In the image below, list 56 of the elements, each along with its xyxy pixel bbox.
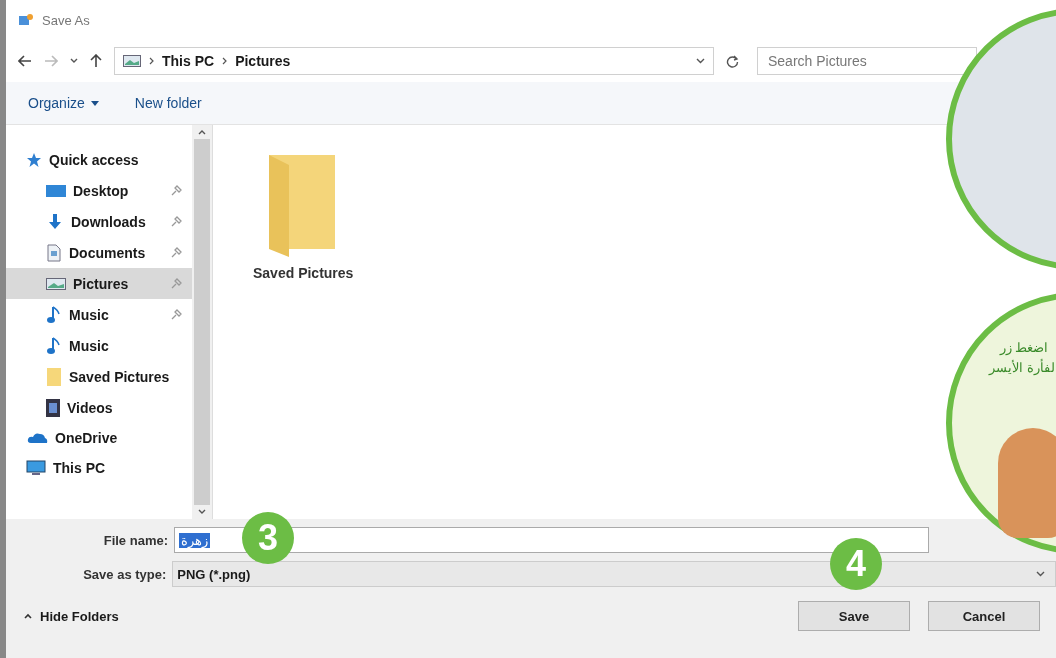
chevron-icon bbox=[149, 57, 154, 65]
pin-icon bbox=[171, 216, 182, 227]
scroll-up-icon[interactable] bbox=[198, 129, 206, 135]
caret-icon bbox=[90, 100, 99, 106]
caret-icon bbox=[24, 613, 32, 619]
document-icon bbox=[46, 243, 62, 262]
scrollbar[interactable] bbox=[192, 125, 212, 519]
sidebar-item[interactable]: Pictures bbox=[6, 268, 192, 299]
up-arrow-icon[interactable] bbox=[90, 54, 102, 68]
computer-icon bbox=[26, 460, 46, 476]
sidebar-item[interactable]: Desktop bbox=[6, 175, 192, 206]
film-icon bbox=[46, 398, 60, 417]
field-label: Save as type: bbox=[82, 566, 167, 582]
toolbar-button[interactable]: Organize bbox=[28, 95, 99, 111]
path-segment[interactable]: This PC bbox=[162, 53, 215, 69]
desktop-icon bbox=[46, 183, 66, 198]
sidebar-item[interactable]: Downloads bbox=[6, 206, 192, 237]
address-bar[interactable]: This PC Pictures bbox=[114, 47, 714, 75]
sidebar-item[interactable]: Quick access bbox=[6, 145, 192, 175]
cloud-icon bbox=[26, 430, 48, 446]
hide-folders-button[interactable]: Hide Folders bbox=[24, 608, 119, 624]
toolbar-button[interactable]: New folder bbox=[134, 95, 202, 111]
path-segment[interactable]: Pictures bbox=[235, 53, 291, 69]
pin-icon bbox=[171, 309, 182, 320]
folder-icon bbox=[46, 366, 62, 387]
caret-icon[interactable] bbox=[696, 58, 705, 64]
app-icon bbox=[18, 12, 34, 28]
sidebar-item[interactable]: Music bbox=[6, 299, 192, 330]
window-title: Save As bbox=[42, 12, 90, 28]
sidebar-item[interactable]: This PC bbox=[6, 453, 192, 483]
field-label: File name: bbox=[102, 532, 168, 548]
caret-icon[interactable] bbox=[70, 58, 78, 64]
cancel-button[interactable]: Cancel bbox=[928, 601, 1040, 631]
download-arrow-icon bbox=[46, 212, 64, 231]
back-arrow-icon[interactable] bbox=[18, 55, 32, 67]
sidebar-item[interactable]: Music bbox=[6, 330, 192, 361]
music-note-icon bbox=[46, 305, 62, 324]
pin-icon bbox=[171, 278, 182, 289]
pictures-icon bbox=[46, 277, 66, 290]
star-icon bbox=[26, 152, 42, 168]
refresh-icon[interactable] bbox=[726, 54, 739, 68]
instruction-text: اضغط زر الفأرة الأيسر bbox=[987, 339, 1056, 377]
music-note-icon bbox=[46, 336, 62, 355]
chevron-icon bbox=[222, 57, 228, 65]
pin-icon bbox=[171, 185, 182, 196]
save-button[interactable]: Save bbox=[798, 601, 910, 631]
sidebar-item[interactable]: Videos bbox=[6, 392, 192, 423]
sidebar-item[interactable]: Documents bbox=[6, 237, 192, 268]
sidebar-item[interactable]: Saved Pictures bbox=[6, 361, 192, 392]
pin-icon bbox=[171, 247, 182, 258]
file-label[interactable]: Saved Pictures bbox=[253, 265, 354, 281]
search-field[interactable]: Search Pictures bbox=[757, 47, 977, 75]
caret-icon bbox=[1036, 571, 1045, 577]
scroll-down-icon[interactable] bbox=[198, 509, 206, 515]
sidebar-item[interactable]: OneDrive bbox=[6, 423, 192, 453]
pictures-icon bbox=[123, 55, 141, 67]
